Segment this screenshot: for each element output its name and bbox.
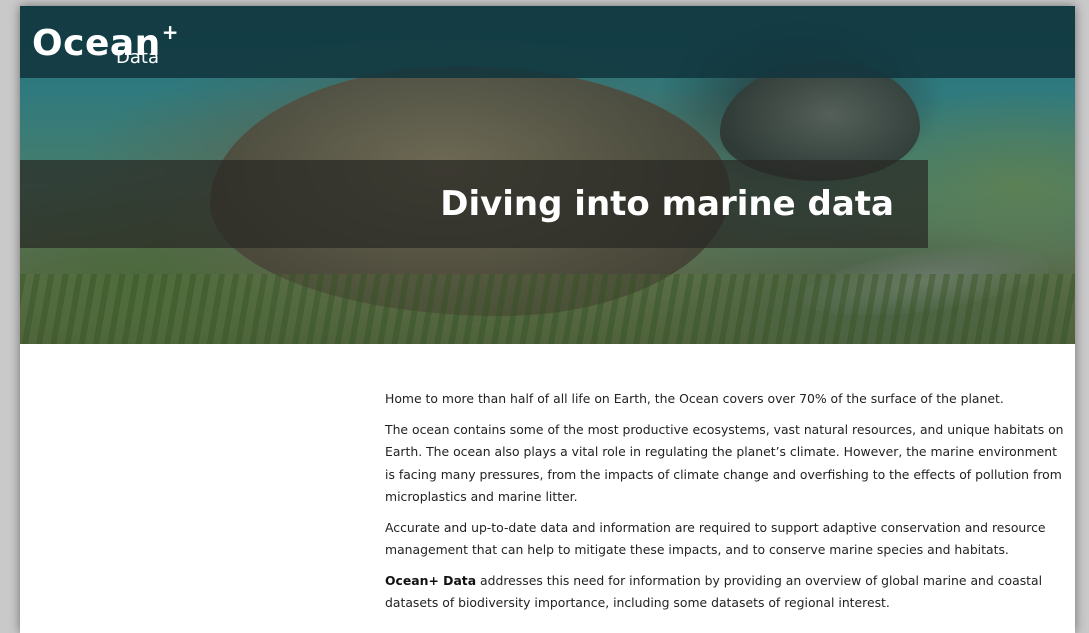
intro-paragraph: Accurate and up-to-date data and informa… bbox=[385, 519, 1046, 558]
intro-paragraph: Home to more than half of all life on Ea… bbox=[385, 391, 1004, 406]
page-title: Diving into marine data bbox=[440, 184, 894, 224]
intro-paragraph-last: Ocean+ Data addresses this need for info… bbox=[385, 570, 1070, 615]
intro-paragraph-rest: addresses this need for information by p… bbox=[385, 572, 1043, 611]
header-bar: Ocean+ Data bbox=[20, 6, 1075, 78]
intro-paragraph: The ocean contains some of the most prod… bbox=[385, 421, 1064, 505]
page-frame: Ocean+ Data Diving into marine data Home… bbox=[20, 6, 1075, 633]
hero-image-seagrass bbox=[20, 274, 1075, 344]
hero-banner: Ocean+ Data Diving into marine data bbox=[20, 6, 1075, 344]
logo-subtitle: Data bbox=[116, 47, 159, 68]
intro-text: Home to more than half of all life on Ea… bbox=[385, 388, 1070, 623]
logo-plus-icon: + bbox=[161, 20, 180, 44]
hero-title-band: Diving into marine data bbox=[20, 160, 928, 248]
brand-mention: Ocean+ Data bbox=[385, 572, 477, 588]
site-logo[interactable]: Ocean+ Data bbox=[32, 12, 180, 68]
